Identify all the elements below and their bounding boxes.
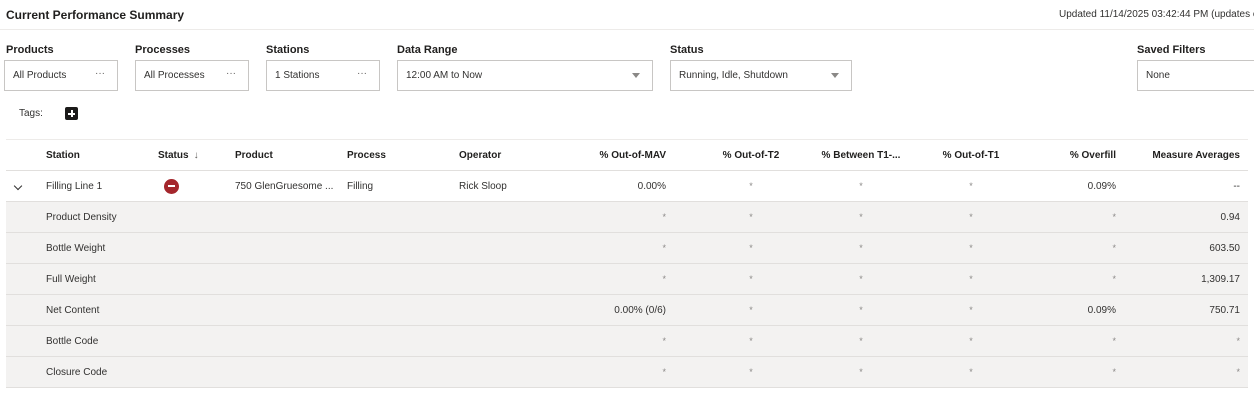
saved-filters-label: Saved Filters — [1137, 44, 1206, 56]
measure-averages-cell: 603.50 — [1209, 242, 1240, 254]
stations-filter[interactable]: 1 Stations ··· — [266, 60, 380, 91]
column-header-station[interactable]: Station — [46, 140, 146, 170]
measure-row[interactable]: Product Density * * * * * 0.94 — [6, 202, 1248, 233]
out-of-mav-cell: * — [662, 336, 666, 346]
tags-label: Tags: — [19, 108, 43, 119]
column-header-product[interactable]: Product — [235, 140, 335, 170]
column-header-out-of-t2[interactable]: % Out-of-T2 — [696, 140, 806, 170]
performance-table: Station Status ↓ Product Process Operato… — [6, 139, 1248, 388]
out-of-t2-cell: * — [749, 336, 753, 346]
out-of-mav-cell: * — [662, 212, 666, 222]
out-of-mav-cell: 0.00% (0/6) — [614, 304, 666, 316]
between-t1-cell: * — [859, 274, 863, 284]
out-of-mav-cell: * — [662, 274, 666, 284]
add-tag-button[interactable] — [65, 107, 78, 120]
column-header-between-t1[interactable]: % Between T1-... — [806, 140, 916, 170]
last-updated-text: Updated 11/14/2025 03:42:44 PM (updates … — [1059, 9, 1254, 20]
data-range-value: 12:00 AM to Now — [406, 70, 483, 81]
station-name[interactable]: Filling Line 1 — [46, 171, 156, 201]
out-of-mav-cell: 0.00% — [637, 180, 666, 192]
measure-averages-cell: 0.94 — [1220, 211, 1240, 223]
saved-filters-dropdown[interactable]: None — [1137, 60, 1254, 91]
measure-averages-cell: -- — [1233, 180, 1240, 192]
ellipsis-icon[interactable]: ··· — [357, 68, 367, 79]
overfill-cell: 0.09% — [1087, 180, 1116, 192]
measure-name: Closure Code — [46, 366, 108, 378]
overfill-cell: * — [1112, 243, 1116, 253]
overfill-cell: * — [1112, 212, 1116, 222]
table-header-row: Station Status ↓ Product Process Operato… — [6, 139, 1248, 171]
out-of-t2-cell: * — [749, 274, 753, 284]
processes-filter[interactable]: All Processes ··· — [135, 60, 249, 91]
page-title: Current Performance Summary — [6, 8, 185, 22]
status-filter-value: Running, Idle, Shutdown — [679, 70, 788, 81]
chevron-down-icon[interactable] — [13, 181, 23, 191]
between-t1-cell: * — [859, 336, 863, 346]
column-header-status[interactable]: Status ↓ — [158, 140, 218, 170]
products-filter-label: Products — [6, 44, 54, 56]
column-header-out-of-mav[interactable]: % Out-of-MAV — [566, 140, 666, 170]
process-cell: Filling — [347, 180, 374, 192]
stations-filter-value: 1 Stations — [275, 70, 320, 81]
product-cell: 750 GlenGruesome ... — [235, 180, 334, 192]
caret-down-icon — [632, 73, 640, 78]
measure-averages-cell: 1,309.17 — [1201, 273, 1240, 285]
measure-averages-cell: * — [1236, 336, 1240, 346]
status-filter-label: Status — [670, 44, 704, 56]
saved-filters-value: None — [1146, 70, 1170, 81]
data-range-filter-label: Data Range — [397, 44, 458, 56]
out-of-t2-cell: * — [749, 243, 753, 253]
data-range-dropdown[interactable]: 12:00 AM to Now — [397, 60, 653, 91]
measure-name: Net Content — [46, 304, 100, 316]
products-filter-value: All Products — [13, 70, 67, 81]
processes-filter-value: All Processes — [144, 70, 205, 81]
processes-filter-label: Processes — [135, 44, 191, 56]
measure-name: Bottle Weight — [46, 242, 106, 254]
measure-row[interactable]: Closure Code * * * * * * — [6, 357, 1248, 388]
column-header-process[interactable]: Process — [347, 140, 427, 170]
operator-cell: Rick Sloop — [459, 180, 507, 192]
between-t1-cell: * — [859, 305, 863, 315]
status-dropdown[interactable]: Running, Idle, Shutdown — [670, 60, 852, 91]
out-of-t2-cell: * — [749, 367, 753, 377]
out-of-t2-cell: * — [749, 181, 753, 191]
measure-averages-cell: * — [1236, 367, 1240, 377]
station-row[interactable]: Filling Line 1 750 GlenGruesome ... Fill… — [6, 171, 1248, 202]
page-header: Current Performance Summary Updated 11/1… — [0, 0, 1254, 30]
ellipsis-icon[interactable]: ··· — [226, 68, 236, 79]
measure-averages-cell: 750.71 — [1209, 304, 1240, 316]
measure-row[interactable]: Full Weight * * * * * 1,309.17 — [6, 264, 1248, 295]
column-header-operator[interactable]: Operator — [459, 140, 559, 170]
measure-name: Full Weight — [46, 273, 96, 285]
measure-row[interactable]: Bottle Code * * * * * * — [6, 326, 1248, 357]
products-filter[interactable]: All Products ··· — [4, 60, 118, 91]
measure-name: Product Density — [46, 211, 117, 223]
between-t1-cell: * — [859, 367, 863, 377]
out-of-t2-cell: * — [749, 305, 753, 315]
column-header-status-label: Status — [158, 149, 189, 161]
status-cell — [164, 171, 194, 201]
shutdown-status-icon — [164, 178, 179, 194]
column-header-overfill[interactable]: % Overfill — [1006, 140, 1116, 170]
ellipsis-icon[interactable]: ··· — [95, 68, 105, 79]
overfill-cell: * — [1112, 274, 1116, 284]
measure-row[interactable]: Bottle Weight * * * * * 603.50 — [6, 233, 1248, 264]
out-of-mav-cell: * — [662, 367, 666, 377]
between-t1-cell: * — [859, 212, 863, 222]
between-t1-cell: * — [859, 181, 863, 191]
between-t1-cell: * — [859, 243, 863, 253]
measure-name: Bottle Code — [46, 335, 99, 347]
out-of-mav-cell: * — [662, 243, 666, 253]
overfill-cell: 0.09% — [1087, 304, 1116, 316]
overfill-cell: * — [1112, 336, 1116, 346]
stations-filter-label: Stations — [266, 44, 310, 56]
overfill-cell: * — [1112, 367, 1116, 377]
measure-row[interactable]: Net Content 0.00% (0/6) * * * 0.09% 750.… — [6, 295, 1248, 326]
column-header-measure-averages[interactable]: Measure Averages — [1116, 140, 1240, 170]
caret-down-icon — [831, 73, 839, 78]
out-of-t2-cell: * — [749, 212, 753, 222]
sort-arrow-icon: ↓ — [193, 149, 199, 161]
